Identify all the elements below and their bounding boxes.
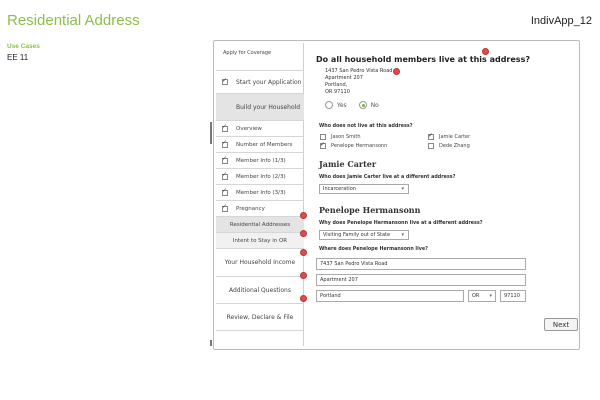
reason-select-jamie[interactable]: Incarceration ▾ <box>319 184 409 194</box>
member-checkbox-jason[interactable]: Jason Smith <box>320 134 361 140</box>
checkbox-icon <box>428 143 434 149</box>
address-line: Apartment 207 <box>325 75 363 81</box>
residence-radio-group: Yes No <box>325 101 379 109</box>
radio-yes[interactable]: Yes <box>325 101 347 109</box>
member-checkbox-jamie[interactable]: Jamie Carter <box>428 132 470 140</box>
annotation-badge <box>300 230 307 237</box>
city-field[interactable]: Portland <box>316 290 464 302</box>
chevron-down-icon: ▾ <box>401 232 404 238</box>
sidebar-item-start-application[interactable]: Start your Application <box>216 70 304 93</box>
street-field[interactable]: 7437 San Pedro Vista Road <box>316 258 526 270</box>
check-icon <box>222 77 228 85</box>
chevron-down-icon: ▾ <box>401 186 404 192</box>
chevron-down-icon: ▾ <box>489 293 492 299</box>
next-button[interactable]: Next <box>544 318 578 331</box>
check-icon <box>222 155 228 164</box>
checkbox-checked-icon <box>320 141 326 149</box>
sidebar-item-member-info-1[interactable]: Member Info (1/3) <box>216 152 304 168</box>
annotation-badge <box>300 212 307 219</box>
sidebar: Apply for Coverage Start your Applicatio… <box>216 43 304 346</box>
who-not-live-label: Who does not live at this address? <box>319 124 413 129</box>
annotation-badge <box>300 295 307 302</box>
annotation-badge <box>482 48 489 55</box>
scrollbar-bottom[interactable] <box>210 340 212 346</box>
reason-select-penelope[interactable]: Visiting Family out of State ▾ <box>319 230 409 240</box>
check-icon <box>222 203 228 212</box>
use-cases-label: Use Cases <box>7 43 40 50</box>
annotation-badge <box>300 272 307 279</box>
sidebar-item-member-info-3[interactable]: Member Info (3/3) <box>216 184 304 200</box>
sidebar-item-intent-to-stay[interactable]: Intent to Stay in OR <box>216 232 304 248</box>
use-cases-value: EE 11 <box>7 53 29 62</box>
sidebar-item-additional-questions[interactable]: Additional Questions <box>216 276 304 303</box>
checkbox-checked-icon <box>428 132 434 140</box>
person-heading: Jamie Carter <box>319 159 377 169</box>
person-reason-label: Why does Penelope Hermansonn live at a d… <box>319 221 483 226</box>
address-line: Portland, <box>325 82 348 88</box>
sidebar-item-review-declare-file[interactable]: Review, Declare & File <box>216 303 304 331</box>
radio-no[interactable]: No <box>358 101 379 109</box>
address-line: 1437 San Pedro Vista Road <box>325 68 393 74</box>
member-checkbox-penelope[interactable]: Penelope Hermansonn <box>320 141 387 149</box>
check-icon <box>222 123 228 132</box>
sidebar-item-residential-addresses[interactable]: Residential Addresses <box>216 216 304 232</box>
check-icon <box>222 187 228 196</box>
sidebar-item-household-income[interactable]: Your Household Income <box>216 248 304 276</box>
check-icon <box>222 171 228 180</box>
annotation-badge <box>393 68 400 75</box>
sidebar-item-overview[interactable]: Overview <box>216 120 304 136</box>
apartment-field[interactable]: Apartment 207 <box>316 274 526 286</box>
person-reason-label: Who does Jamie Carter live at a differen… <box>319 175 456 180</box>
check-icon <box>222 139 228 148</box>
sidebar-item-number-of-members[interactable]: Number of Members <box>216 136 304 152</box>
member-checkbox-dede[interactable]: Dede Zhang <box>428 143 470 149</box>
main-question: Do all household members live at this ad… <box>316 55 530 64</box>
where-live-label: Where does Penelope Hermansonn live? <box>319 247 428 252</box>
radio-selected-icon <box>358 101 367 109</box>
sidebar-item-build-household[interactable]: Build your Household <box>216 93 304 120</box>
annotation-badge <box>300 249 307 256</box>
radio-icon <box>325 101 333 109</box>
sidebar-header: Apply for Coverage <box>223 50 272 56</box>
person-heading: Penelope Hermansonn <box>319 205 421 215</box>
checkbox-icon <box>320 134 326 140</box>
app-id: IndivApp_12 <box>530 15 592 27</box>
state-select[interactable]: OR ▾ <box>468 290 496 302</box>
zip-field[interactable]: 97110 <box>500 290 526 302</box>
scrollbar-top[interactable] <box>210 122 212 144</box>
page-title: Residential Address <box>7 12 140 29</box>
sidebar-item-member-info-2[interactable]: Member Info (2/3) <box>216 168 304 184</box>
sidebar-item-pregnancy[interactable]: Pregnancy <box>216 200 304 216</box>
address-line: OR 97110 <box>325 89 350 95</box>
